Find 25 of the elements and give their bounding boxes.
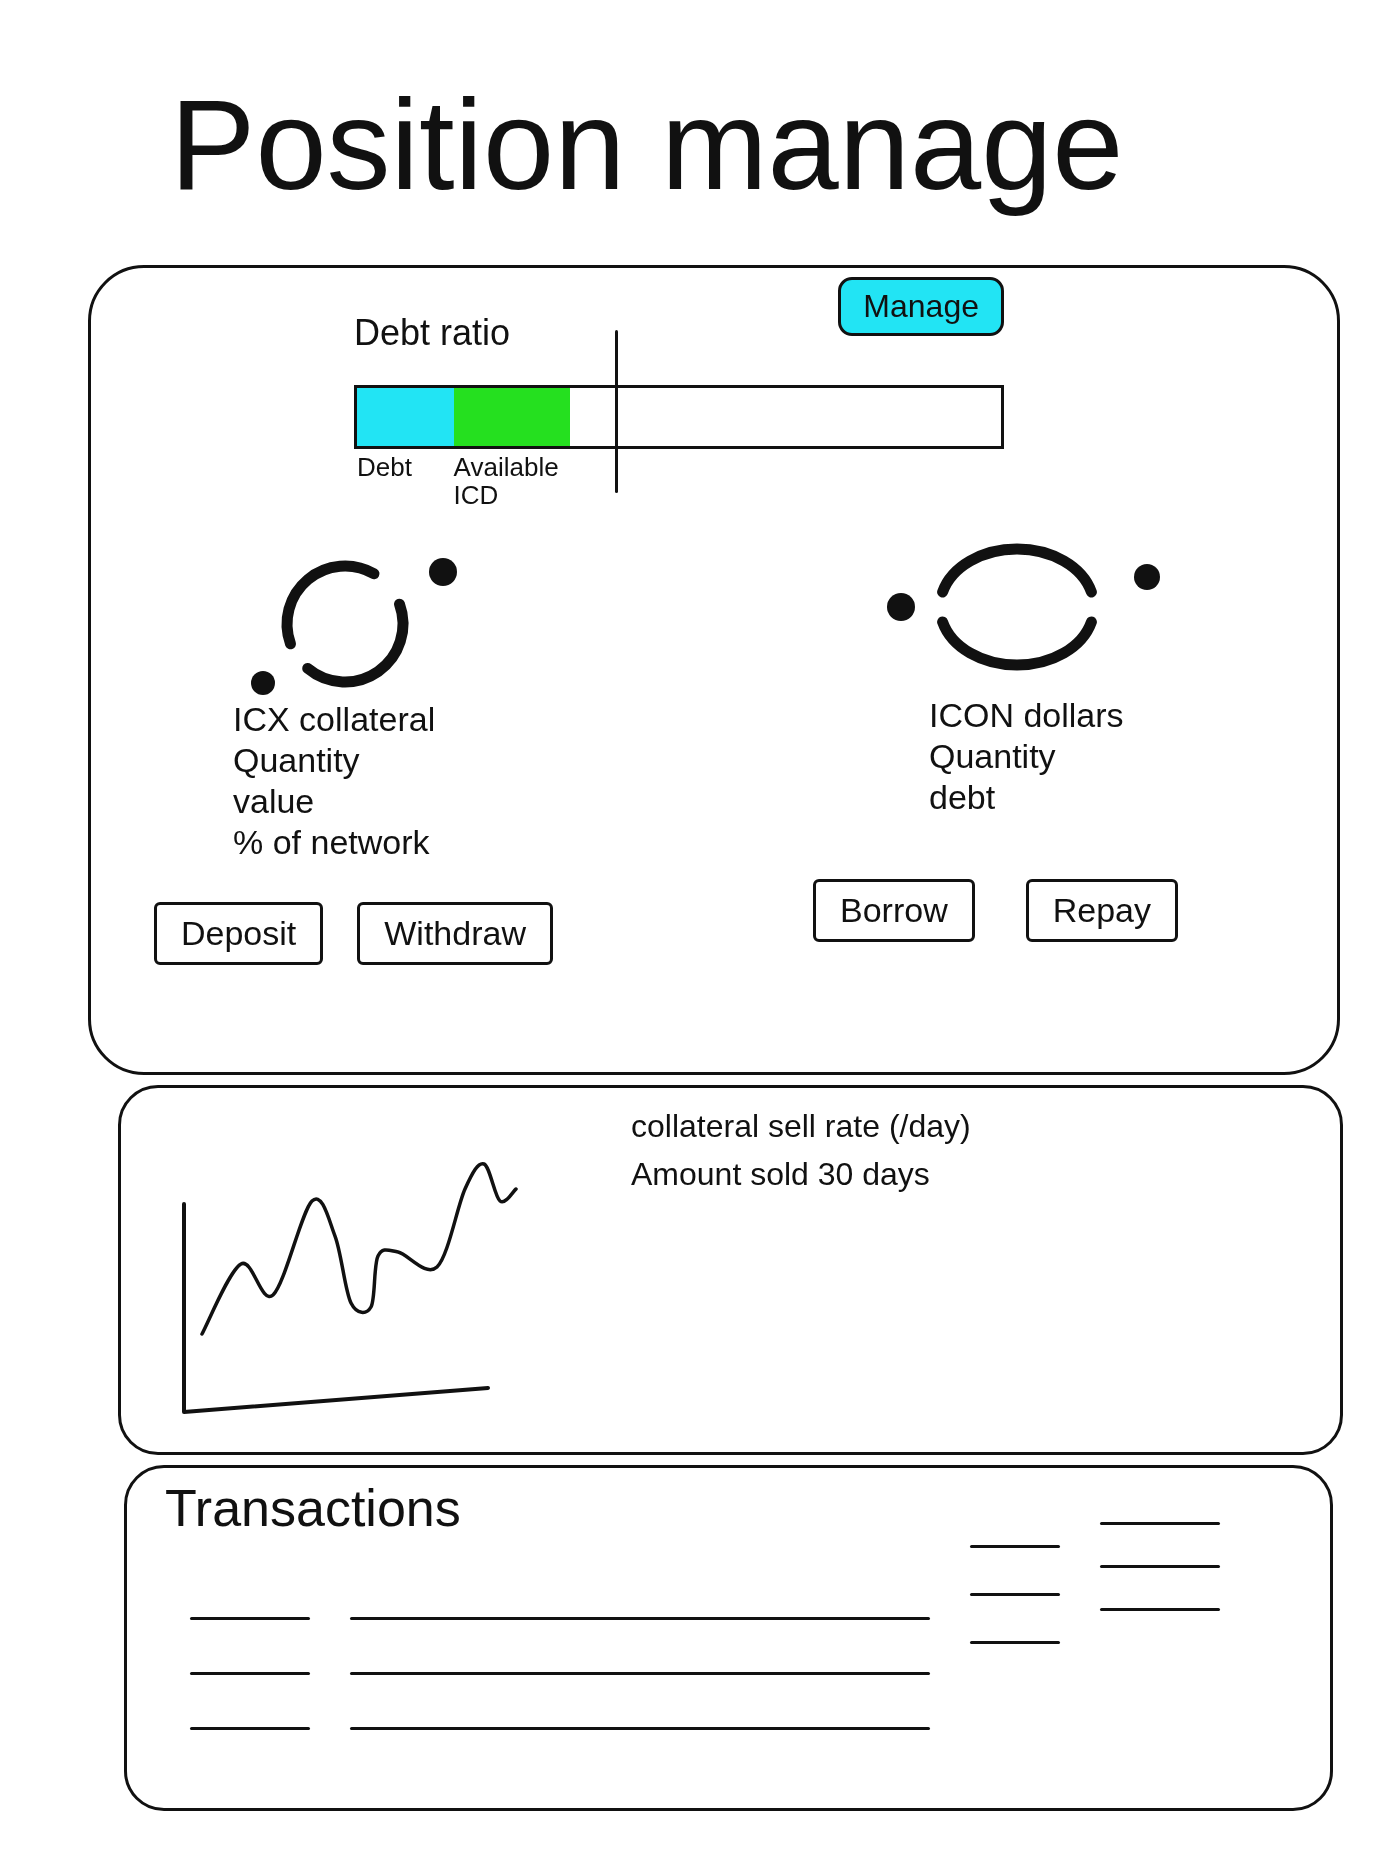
metric-label: Quantity xyxy=(233,740,361,781)
action-button[interactable]: Borrow xyxy=(813,879,975,942)
ring-icon xyxy=(281,560,409,688)
chart-title: collateral sell rate (/day) xyxy=(631,1107,971,1146)
segment-label: Debt xyxy=(357,453,413,484)
dot-icon xyxy=(1134,564,1160,590)
metric-label: % of network xyxy=(233,822,431,863)
dot-icon xyxy=(251,671,275,695)
section-title: Transactions xyxy=(165,1478,461,1538)
chart-subtitle: Amount sold 30 days xyxy=(631,1155,931,1194)
section-label: Debt ratio xyxy=(354,312,511,353)
page-title: Position manage xyxy=(170,72,1124,218)
asset-name: ICON dollars xyxy=(929,695,1124,736)
metric-label: debt xyxy=(929,777,997,818)
asset-name: ICX collateral xyxy=(233,699,436,740)
ring-icon xyxy=(937,543,1097,671)
action-button[interactable]: Deposit xyxy=(154,902,324,965)
dot-icon xyxy=(887,593,915,621)
action-button[interactable]: Repay xyxy=(1025,879,1178,942)
manage-button[interactable]: Manage xyxy=(838,277,1004,336)
metric-label: Quantity xyxy=(929,736,1057,777)
segment-label: Available ICD xyxy=(453,453,560,509)
metric-label: value xyxy=(233,781,316,822)
action-button[interactable]: Withdraw xyxy=(357,902,553,965)
dot-icon xyxy=(429,558,457,586)
